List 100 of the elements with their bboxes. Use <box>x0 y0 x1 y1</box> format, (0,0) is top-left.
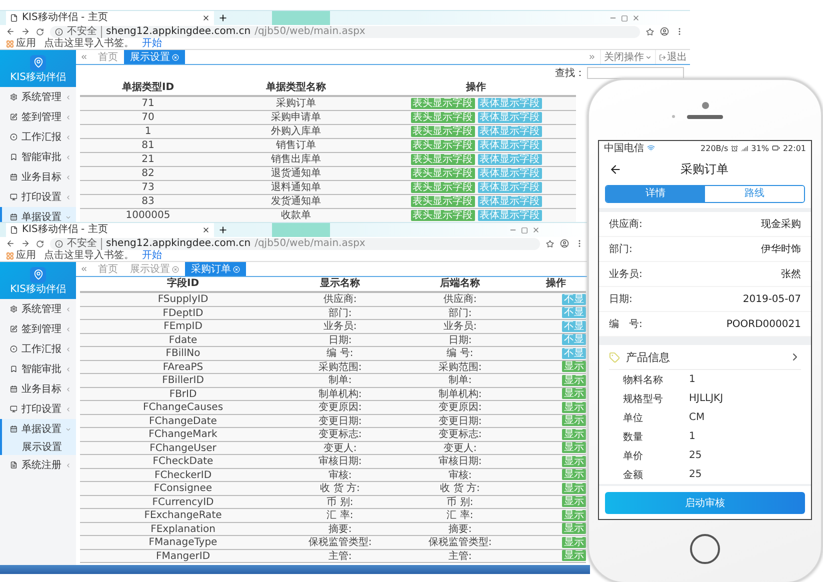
sidebar-item[interactable]: 系统管理 <box>0 299 76 319</box>
map-pin-icon <box>30 266 46 282</box>
action-button[interactable]: 显示 <box>562 536 586 548</box>
action-button[interactable]: 显示 <box>562 496 586 508</box>
table-cell: 1000005 <box>80 209 216 223</box>
action-button[interactable]: 表体显示字段 <box>478 210 542 221</box>
star-icon[interactable] <box>646 28 654 36</box>
action-button[interactable]: 显示 <box>562 482 586 494</box>
maximize-icon[interactable] <box>521 226 528 234</box>
action-button[interactable]: 表头显示字段 <box>410 196 474 207</box>
close-icon[interactable] <box>202 14 210 22</box>
action-button[interactable]: 显示 <box>562 550 586 562</box>
apps-bookmark[interactable]: 应用 <box>6 250 36 261</box>
sidebar-item[interactable]: 工作汇报 <box>0 339 76 359</box>
action-button[interactable]: 显示 <box>562 510 586 521</box>
action-button[interactable]: 显示 <box>562 361 586 372</box>
scroll-right-icon[interactable] <box>588 53 596 61</box>
home-button[interactable] <box>690 534 720 564</box>
back-icon[interactable] <box>609 162 622 176</box>
sidebar-item[interactable]: 系统管理 <box>0 87 76 107</box>
field-label: 供应商: <box>609 218 642 231</box>
action-button[interactable]: 显示 <box>562 388 586 400</box>
sidebar-item[interactable]: 签到管理 <box>0 319 76 339</box>
section-header[interactable]: 产品信息 <box>609 345 801 370</box>
action-button[interactable]: 显示 <box>562 442 586 454</box>
sidebar-item[interactable]: 智能审批 <box>0 359 76 379</box>
scroll-left-icon[interactable] <box>80 265 88 273</box>
table-cell: 81 <box>80 139 216 153</box>
page-tab[interactable]: 采购订单 <box>185 262 246 276</box>
table-cell: Fdate <box>80 334 286 347</box>
action-button[interactable]: 表头显示字段 <box>410 154 474 165</box>
back-icon[interactable] <box>6 27 15 36</box>
forward-icon[interactable] <box>21 239 30 248</box>
reload-icon[interactable] <box>36 28 44 36</box>
search-field[interactable] <box>587 67 684 79</box>
account-icon[interactable] <box>560 239 569 248</box>
action-button[interactable]: 表头显示字段 <box>410 182 474 193</box>
action-button[interactable]: 显示 <box>562 456 586 467</box>
address-bar[interactable]: 不安全 sheng12.appkingdee.com.cn /qjb50/web/main.aspx <box>50 238 540 250</box>
action-button[interactable]: 显示 <box>562 415 586 426</box>
start-review-button[interactable]: 启动审核 <box>605 492 805 514</box>
logout-link[interactable]: 退出 <box>655 50 690 64</box>
sidebar-item[interactable]: 系统注册 <box>0 455 76 475</box>
action-button[interactable]: 表头显示字段 <box>410 126 474 137</box>
action-button[interactable]: 表头显示字段 <box>410 210 474 221</box>
maximize-icon[interactable] <box>621 14 628 22</box>
action-button[interactable]: 表体显示字段 <box>478 168 542 179</box>
sidebar-item[interactable]: 智能审批 <box>0 147 76 167</box>
address-bar[interactable]: 不安全 sheng12.appkingdee.com.cn /qjb50/web/main.aspx <box>50 26 640 38</box>
browser-tab[interactable]: KIS移动伴侣 - 主页 <box>6 11 214 25</box>
action-button[interactable]: 显示 <box>562 374 586 386</box>
bookmark-icon <box>10 153 18 161</box>
page-tab[interactable]: 展示设置 <box>124 50 185 64</box>
action-button[interactable]: 不显 <box>562 294 586 305</box>
action-button[interactable]: 表体显示字段 <box>478 98 542 109</box>
action-button[interactable]: 显示 <box>562 402 586 413</box>
bookmark-link[interactable]: 开始 <box>142 250 162 261</box>
item-label: 单位 <box>623 412 644 424</box>
action-button[interactable]: 表体显示字段 <box>478 182 542 193</box>
action-button[interactable]: 表体显示字段 <box>478 196 542 207</box>
sidebar-item[interactable]: 工作汇报 <box>0 127 76 147</box>
tag-icon <box>609 352 620 362</box>
sidebar-item[interactable]: 业务目标 <box>0 167 76 187</box>
close-menu[interactable]: 关闭操作 <box>600 50 655 64</box>
chevron-left-icon <box>65 462 72 468</box>
segment-tab[interactable]: 详情 <box>606 186 705 202</box>
apps-bookmark[interactable]: 应用 <box>6 38 36 49</box>
action-button[interactable]: 不显 <box>562 334 586 346</box>
action-button[interactable]: 不显 <box>562 320 586 332</box>
back-icon[interactable] <box>6 239 15 248</box>
action-button[interactable]: 不显 <box>562 348 586 359</box>
forward-icon[interactable] <box>21 27 30 36</box>
browser-tab[interactable]: KIS移动伴侣 - 主页 <box>6 223 214 237</box>
action-button[interactable]: 表体显示字段 <box>478 112 542 123</box>
action-button[interactable]: 表头显示字段 <box>410 98 474 109</box>
sidebar-item[interactable]: 单据设置 <box>0 419 76 439</box>
action-button[interactable]: 表头显示字段 <box>410 112 474 123</box>
star-icon[interactable] <box>546 240 554 248</box>
reload-icon[interactable] <box>36 240 44 248</box>
action-button[interactable]: 显示 <box>562 428 586 440</box>
new-tab-icon[interactable] <box>218 225 228 235</box>
action-button[interactable]: 显示 <box>562 523 586 534</box>
sidebar-item[interactable]: 单据设置 <box>0 207 76 223</box>
scroll-left-icon[interactable] <box>80 53 88 61</box>
close-icon[interactable] <box>202 226 210 234</box>
action-button[interactable]: 表体显示字段 <box>478 154 542 165</box>
sidebar-subitem[interactable]: 展示设置 <box>0 439 76 455</box>
sidebar-item[interactable]: 业务目标 <box>0 379 76 399</box>
action-button[interactable]: 表体显示字段 <box>478 126 542 137</box>
sidebar-item[interactable]: 签到管理 <box>0 107 76 127</box>
sidebar-item[interactable]: 打印设置 <box>0 187 76 207</box>
action-button[interactable]: 不显 <box>562 307 586 318</box>
action-button[interactable]: 表头显示字段 <box>410 140 474 151</box>
action-button[interactable]: 表体显示字段 <box>478 140 542 151</box>
action-button[interactable]: 显示 <box>562 469 586 480</box>
sidebar-item[interactable]: 打印设置 <box>0 399 76 419</box>
account-icon[interactable] <box>660 27 669 36</box>
new-tab-icon[interactable] <box>218 13 228 23</box>
action-button[interactable]: 表头显示字段 <box>410 168 474 179</box>
bookmark-link[interactable]: 开始 <box>142 38 162 49</box>
